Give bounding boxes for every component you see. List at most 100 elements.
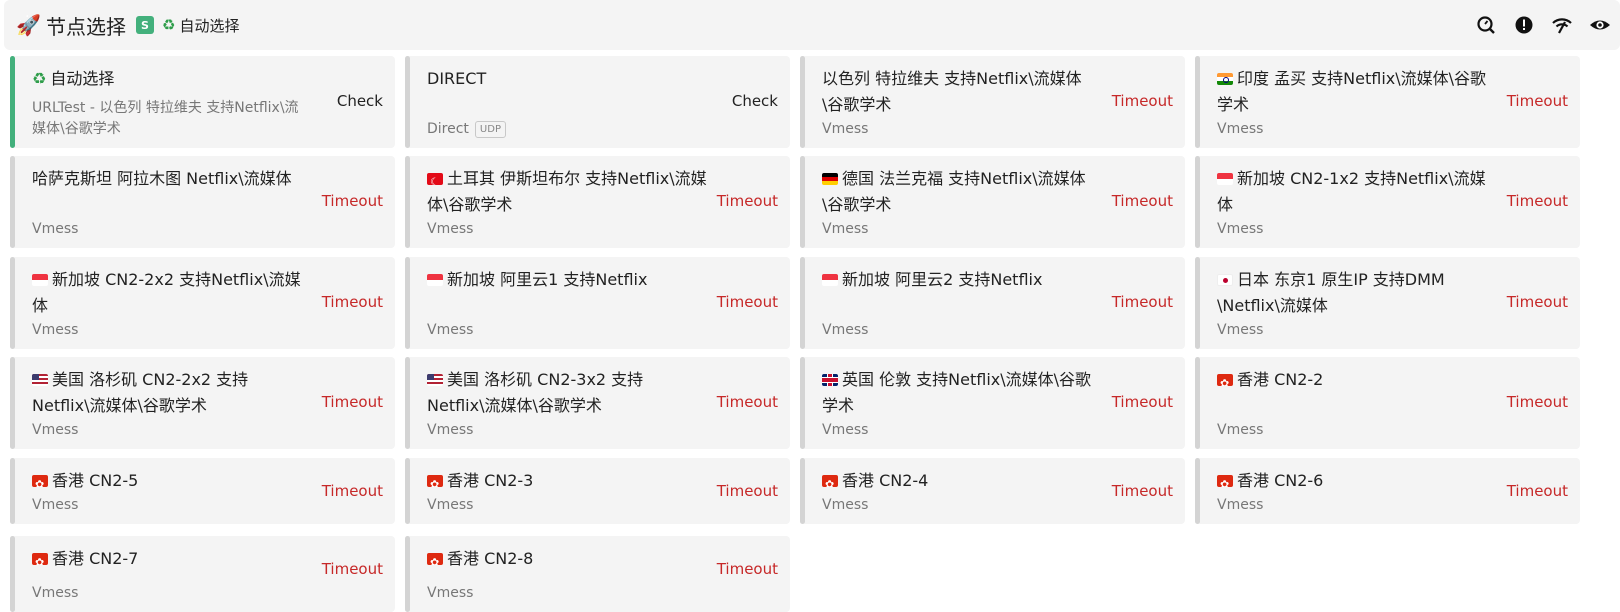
timeout-status[interactable]: Timeout	[322, 482, 383, 500]
proxy-name-text: 以色列 特拉维夫 支持Netflix\流媒体\谷歌学术	[822, 69, 1082, 114]
proxy-type: Vmess	[427, 321, 473, 339]
proxy-name-text: 香港 CN2-2	[1237, 370, 1324, 389]
timeout-status[interactable]: Timeout	[1507, 482, 1568, 500]
flag-hk-icon	[1217, 374, 1233, 386]
flag-hk-icon	[427, 553, 443, 565]
proxy-type-text: Vmess	[1217, 422, 1264, 438]
card-indicator	[405, 536, 410, 612]
proxy-card[interactable]: 新加坡 CN2-2x2 支持Netflix\流媒体 Vmess Timeout	[10, 257, 395, 349]
proxy-card[interactable]: 香港 CN2-8 Vmess Timeout	[405, 536, 790, 612]
proxy-card[interactable]: 香港 CN2-7 Vmess Timeout	[10, 536, 395, 612]
proxy-name-text: 香港 CN2-5	[52, 471, 139, 490]
proxy-card[interactable]: 新加坡 CN2-1x2 支持Netflix\流媒体 Vmess Timeout	[1195, 156, 1580, 248]
wifi-icon[interactable]	[1550, 13, 1574, 37]
proxy-name-text: 香港 CN2-4	[842, 471, 929, 490]
timeout-status[interactable]: Timeout	[1507, 92, 1568, 110]
proxy-name: 香港 CN2-5	[32, 468, 312, 494]
timeout-status[interactable]: Timeout	[717, 482, 778, 500]
proxy-card[interactable]: 新加坡 阿里云1 支持Netflix Vmess Timeout	[405, 257, 790, 349]
proxy-type: Vmess	[822, 120, 868, 138]
proxy-name: 以色列 特拉维夫 支持Netflix\流媒体\谷歌学术	[822, 66, 1102, 118]
timeout-status[interactable]: Timeout	[717, 192, 778, 210]
proxy-name: DIRECT	[427, 66, 707, 92]
timeout-status[interactable]: Timeout	[322, 293, 383, 311]
alert-icon[interactable]	[1512, 13, 1536, 37]
flag-us-icon	[32, 374, 48, 386]
timeout-status[interactable]: Timeout	[1112, 92, 1173, 110]
timeout-status[interactable]: Timeout	[1112, 482, 1173, 500]
speed-test-icon[interactable]	[1474, 13, 1498, 37]
proxy-type-text: Vmess	[32, 585, 79, 601]
flag-sg-icon	[1217, 173, 1233, 185]
card-indicator	[1195, 357, 1200, 449]
card-indicator	[10, 156, 15, 248]
proxy-card[interactable]: DIRECT Direct UDP Check	[405, 56, 790, 148]
proxy-type-text: Vmess	[822, 497, 869, 513]
timeout-status[interactable]: Timeout	[322, 192, 383, 210]
eye-icon[interactable]	[1588, 13, 1612, 37]
proxy-type: Vmess	[427, 496, 473, 514]
proxy-card[interactable]: 德国 法兰克福 支持Netflix\流媒体\谷歌学术 Vmess Timeout	[800, 156, 1185, 248]
proxy-name: 新加坡 CN2-2x2 支持Netflix\流媒体	[32, 267, 312, 319]
proxy-card[interactable]: 印度 孟买 支持Netflix\流媒体\谷歌学术 Vmess Timeout	[1195, 56, 1580, 148]
timeout-status[interactable]: Timeout	[1112, 192, 1173, 210]
proxy-card[interactable]: 以色列 特拉维夫 支持Netflix\流媒体\谷歌学术 Vmess Timeout	[800, 56, 1185, 148]
proxy-card[interactable]: 哈萨克斯坦 阿拉木图 Netflix\流媒体 Vmess Timeout	[10, 156, 395, 248]
proxy-type: Vmess	[822, 421, 868, 439]
proxy-name-text: DIRECT	[427, 69, 487, 88]
proxy-card[interactable]: 香港 CN2-3 Vmess Timeout	[405, 458, 790, 524]
proxy-card[interactable]: 香港 CN2-6 Vmess Timeout	[1195, 458, 1580, 524]
proxy-card[interactable]: 土耳其 伊斯坦布尔 支持Netflix\流媒体\谷歌学术 Vmess Timeout	[405, 156, 790, 248]
proxy-name-text: 德国 法兰克福 支持Netflix\流媒体\谷歌学术	[822, 169, 1086, 214]
card-indicator	[405, 458, 410, 524]
group-type-badge: S	[136, 16, 154, 34]
card-indicator	[800, 56, 805, 148]
proxy-type-text: Vmess	[1217, 322, 1264, 338]
proxy-card[interactable]: 香港 CN2-5 Vmess Timeout	[10, 458, 395, 524]
proxy-name: 土耳其 伊斯坦布尔 支持Netflix\流媒体\谷歌学术	[427, 166, 707, 218]
proxy-name-text: 自动选择	[50, 69, 115, 88]
timeout-status[interactable]: Timeout	[322, 560, 383, 578]
timeout-status[interactable]: Timeout	[1112, 293, 1173, 311]
proxy-name-text: 新加坡 CN2-2x2 支持Netflix\流媒体	[32, 270, 301, 315]
proxy-name: 香港 CN2-7	[32, 546, 312, 572]
card-indicator	[1195, 458, 1200, 524]
proxy-name-text: 日本 东京1 原生IP 支持DMM \Netflix\流媒体	[1217, 270, 1445, 315]
timeout-status[interactable]: Timeout	[717, 393, 778, 411]
timeout-status[interactable]: Timeout	[322, 393, 383, 411]
timeout-status[interactable]: Timeout	[1112, 393, 1173, 411]
timeout-status[interactable]: Timeout	[1507, 393, 1568, 411]
card-indicator	[405, 156, 410, 248]
proxy-card[interactable]: 香港 CN2-4 Vmess Timeout	[800, 458, 1185, 524]
proxy-type-text: Vmess	[427, 322, 474, 338]
proxy-card[interactable]: ♻ 自动选择 URLTest - 以色列 特拉维夫 支持Netflix\流媒体\谷歌…	[10, 56, 395, 148]
flag-us-icon	[427, 374, 443, 386]
proxy-name-text: 香港 CN2-6	[1237, 471, 1324, 490]
proxy-name-text: 英国 伦敦 支持Netflix\流媒体\谷歌学术	[822, 370, 1092, 415]
proxy-name: 香港 CN2-2	[1217, 367, 1497, 393]
flag-de-icon	[822, 173, 838, 185]
proxy-name-text: 新加坡 阿里云1 支持Netflix	[447, 270, 648, 289]
proxy-name: 美国 洛杉矶 CN2-2x2 支持Netflix\流媒体\谷歌学术	[32, 367, 312, 419]
flag-tr-icon	[427, 173, 443, 185]
proxy-type-text: Vmess	[822, 121, 869, 137]
proxy-card[interactable]: 英国 伦敦 支持Netflix\流媒体\谷歌学术 Vmess Timeout	[800, 357, 1185, 449]
proxy-type-text: Vmess	[427, 221, 474, 237]
proxy-type-text: Vmess	[1217, 221, 1264, 237]
timeout-status[interactable]: Timeout	[717, 293, 778, 311]
proxy-card[interactable]: 美国 洛杉矶 CN2-3x2 支持Netflix\流媒体\谷歌学术 Vmess Ti…	[405, 357, 790, 449]
proxy-name: 新加坡 阿里云1 支持Netflix	[427, 267, 707, 293]
proxy-type: Vmess	[427, 584, 473, 602]
proxy-card[interactable]: 美国 洛杉矶 CN2-2x2 支持Netflix\流媒体\谷歌学术 Vmess Ti…	[10, 357, 395, 449]
proxy-card[interactable]: 新加坡 阿里云2 支持Netflix Vmess Timeout	[800, 257, 1185, 349]
proxy-type-text: Vmess	[427, 585, 474, 601]
timeout-status[interactable]: Timeout	[1507, 293, 1568, 311]
timeout-status[interactable]: Timeout	[717, 560, 778, 578]
proxy-card[interactable]: 香港 CN2-2 Vmess Timeout	[1195, 357, 1580, 449]
card-indicator	[10, 536, 15, 612]
timeout-status[interactable]: Timeout	[1507, 192, 1568, 210]
proxy-card[interactable]: 日本 东京1 原生IP 支持DMM \Netflix\流媒体 Vmess Timeo…	[1195, 257, 1580, 349]
check-button[interactable]: Check	[732, 92, 778, 110]
check-button[interactable]: Check	[337, 92, 383, 110]
proxy-type: URLTest - 以色列 特拉维夫 支持Netflix\流媒体\谷歌学术	[32, 98, 302, 140]
